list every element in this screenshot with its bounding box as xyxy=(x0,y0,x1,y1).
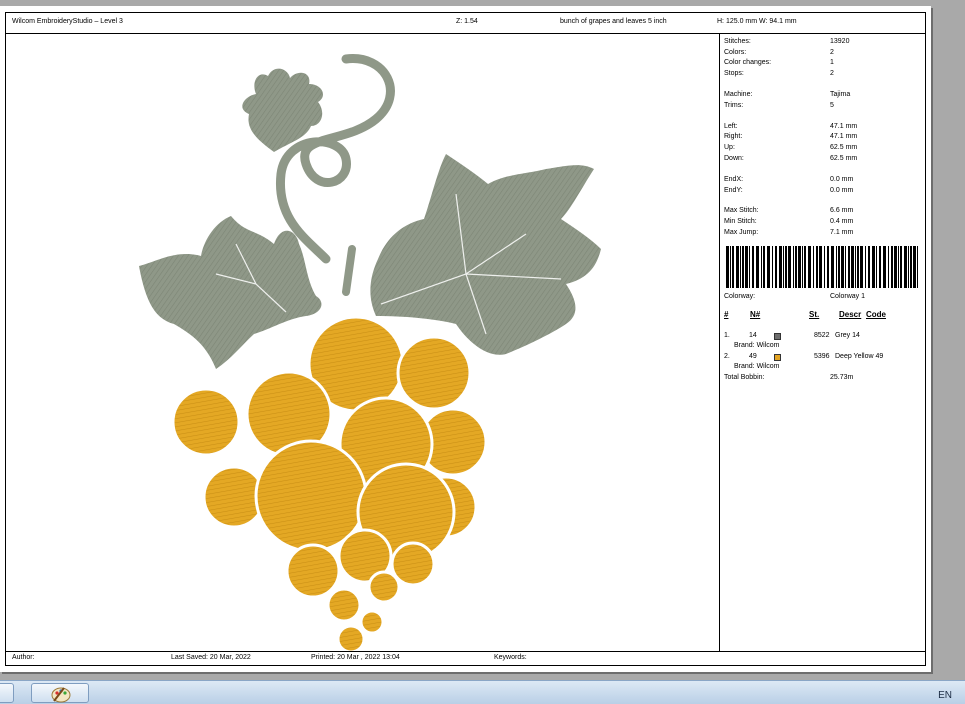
print-preview-sheet: Wilcom EmbroideryStudio – Level 3 Z: 1.5… xyxy=(0,6,931,672)
stat-stitches: Stitches: 13920 xyxy=(724,38,850,45)
stat-endy: EndY: 0.0 mm xyxy=(724,187,854,194)
design-info-panel: Stitches: 13920 Colors: 2 Color changes: 1 … xyxy=(721,34,925,652)
thread-row-1-brand: Brand: Wilcom xyxy=(734,342,780,349)
grapes-design-image xyxy=(139,54,601,652)
col-header-n: N# xyxy=(750,310,761,319)
stat-min-stitch: Min Stitch: 0.4 mm xyxy=(724,218,854,225)
stat-down: Down: 62.5 mm xyxy=(724,155,858,162)
thread-color-swatch xyxy=(774,354,781,361)
stat-color-changes: Color changes: 1 xyxy=(724,59,834,66)
leaf-left xyxy=(139,216,322,369)
grape-cluster xyxy=(171,315,488,652)
stat-colors: Colors: 2 xyxy=(724,49,834,56)
language-indicator[interactable]: EN xyxy=(938,690,952,701)
page-footer: Author: Last Saved: 20 Mar, 2022 Printed… xyxy=(6,651,925,665)
app-title: Wilcom EmbroideryStudio – Level 3 xyxy=(12,18,123,25)
stat-trims: Trims: 5 xyxy=(724,102,834,109)
stat-stops: Stops: 2 xyxy=(724,70,834,77)
thread-row-1: 1. 14 8522 Grey 14 xyxy=(724,332,860,340)
col-header-stitches: St. xyxy=(809,310,820,319)
windows-taskbar: EN xyxy=(0,680,965,704)
footer-keywords: Keywords: xyxy=(494,654,527,661)
taskbar-paint-button[interactable] xyxy=(31,683,89,703)
stat-endx: EndX: 0.0 mm xyxy=(724,176,854,183)
taskbar-app-button[interactable] xyxy=(0,683,14,703)
stat-max-stitch: Max Stitch: 6.6 mm xyxy=(724,207,854,214)
thread-color-swatch xyxy=(774,333,781,340)
barcode-image xyxy=(726,246,918,288)
col-header-descr: Descr xyxy=(839,310,862,319)
thread-row-2-brand: Brand: Wilcom xyxy=(734,363,780,370)
stat-machine: Machine: Tajima xyxy=(724,91,851,98)
stat-max-jump: Max Jump: 7.1 mm xyxy=(724,229,854,236)
colorway-row: Colorway: Colorway 1 xyxy=(724,293,866,300)
page-header: Wilcom EmbroideryStudio – Level 3 Z: 1.5… xyxy=(6,13,925,34)
zoom-readout: Z: 1.54 xyxy=(456,18,478,25)
col-header-index: # xyxy=(724,310,729,319)
total-bobbin-row: Total Bobbin: 25.73m xyxy=(724,374,854,381)
stat-right: Right: 47.1 mm xyxy=(724,133,858,140)
print-page-frame: Wilcom EmbroideryStudio – Level 3 Z: 1.5… xyxy=(5,12,926,666)
embroidery-design-preview xyxy=(6,34,720,652)
footer-printed: Printed: 20 Mar , 2022 13:04 xyxy=(311,654,400,661)
design-dimensions: H: 125.0 mm W: 94.1 mm xyxy=(717,18,797,25)
col-header-code: Code xyxy=(866,310,886,319)
footer-author: Author: xyxy=(12,654,35,661)
footer-last-saved: Last Saved: 20 Mar, 2022 xyxy=(171,654,251,661)
stat-up: Up: 62.5 mm xyxy=(724,144,858,151)
thread-row-2: 2. 49 5396 Deep Yellow 49 xyxy=(724,353,884,361)
leaf-right xyxy=(370,154,601,355)
stat-left: Left: 47.1 mm xyxy=(724,123,858,130)
design-name: bunch of grapes and leaves 5 inch xyxy=(560,18,667,25)
paint-palette-icon xyxy=(51,687,71,703)
